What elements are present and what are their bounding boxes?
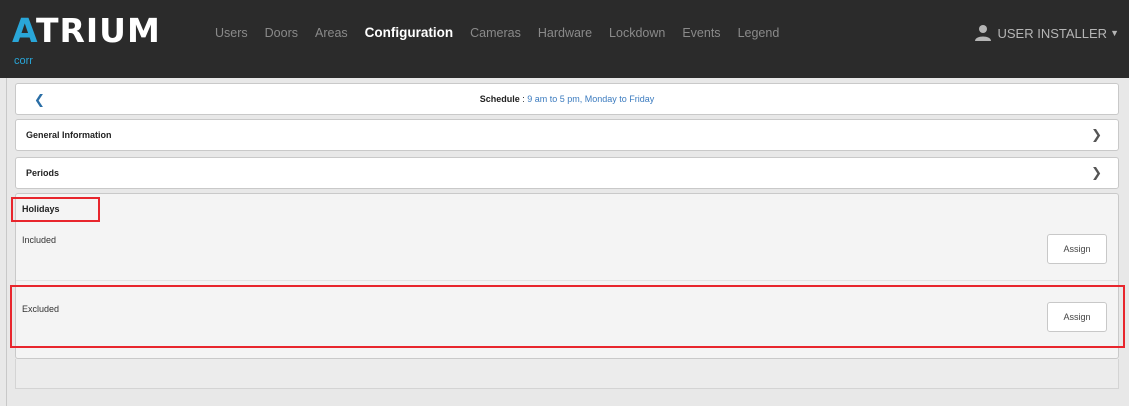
chevron-right-icon: ❯ bbox=[1091, 165, 1102, 180]
nav-hardware[interactable]: Hardware bbox=[538, 26, 592, 40]
nav-cameras[interactable]: Cameras bbox=[470, 26, 521, 40]
atrium-logo[interactable]: ATRIUM bbox=[12, 14, 161, 47]
schedule-title-value: 9 am to 5 pm, Monday to Friday bbox=[527, 94, 655, 104]
page-edge-divider bbox=[6, 78, 7, 406]
chevron-right-icon: ❯ bbox=[1091, 127, 1102, 142]
excluded-highlight-box bbox=[10, 285, 1125, 348]
content-footer-strip bbox=[15, 359, 1119, 389]
nav-doors[interactable]: Doors bbox=[265, 26, 298, 40]
schedule-title-label: Schedule bbox=[479, 94, 520, 104]
logo-letters: TRIUM bbox=[35, 11, 161, 50]
top-navbar: ATRIUM corr Users Doors Areas Configurat… bbox=[0, 0, 1129, 78]
main-nav: Users Doors Areas Configuration Cameras … bbox=[215, 25, 796, 40]
nav-lockdown[interactable]: Lockdown bbox=[609, 26, 665, 40]
logo-subtext: corr bbox=[14, 55, 33, 67]
schedule-title: Schedule : 9 am to 5 pm, Monday to Frida… bbox=[16, 94, 1118, 104]
user-menu[interactable]: USER INSTALLER ▼ bbox=[974, 24, 1119, 42]
holidays-divider bbox=[16, 280, 1118, 281]
periods-section[interactable]: Periods ❯ bbox=[15, 157, 1119, 189]
assign-included-button[interactable]: Assign bbox=[1047, 234, 1107, 264]
user-icon bbox=[974, 25, 991, 41]
schedule-header: ❮ Schedule : 9 am to 5 pm, Monday to Fri… bbox=[15, 83, 1119, 115]
included-label: Included bbox=[22, 235, 57, 245]
nav-events[interactable]: Events bbox=[682, 26, 720, 40]
holidays-highlight-box bbox=[11, 197, 100, 222]
nav-areas[interactable]: Areas bbox=[315, 26, 348, 40]
general-information-label: General Information bbox=[26, 130, 112, 140]
user-name: USER INSTALLER bbox=[997, 25, 1108, 41]
nav-legend[interactable]: Legend bbox=[738, 26, 780, 40]
nav-users[interactable]: Users bbox=[215, 26, 248, 40]
nav-configuration[interactable]: Configuration bbox=[365, 25, 453, 40]
general-information-section[interactable]: General Information ❯ bbox=[15, 119, 1119, 151]
periods-label: Periods bbox=[26, 168, 60, 178]
logo-letter-a: A bbox=[12, 11, 36, 50]
caret-down-icon: ▼ bbox=[1110, 28, 1119, 38]
